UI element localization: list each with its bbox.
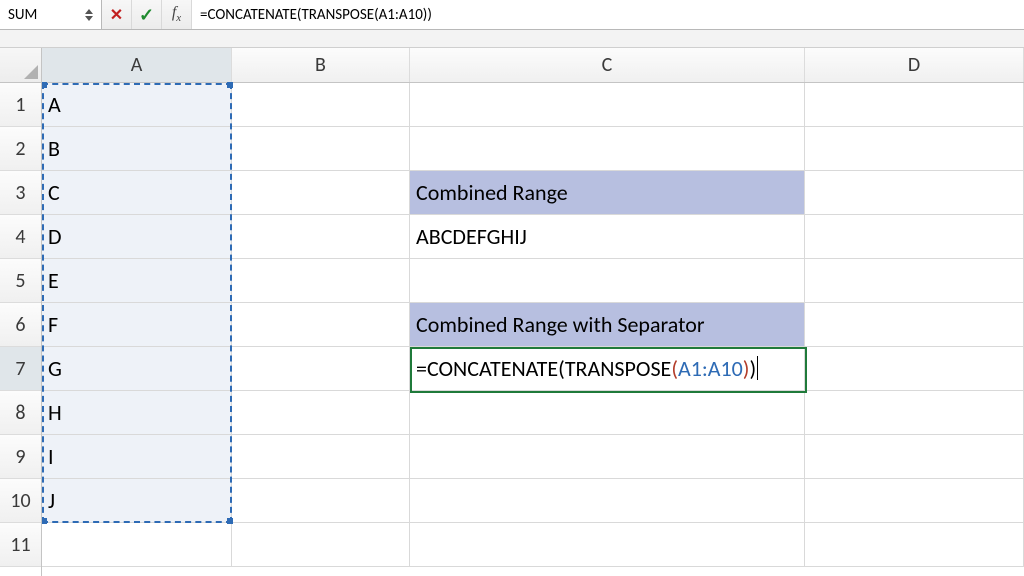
ribbon-separator bbox=[0, 30, 1024, 48]
cell-B4[interactable] bbox=[232, 215, 410, 259]
formula-token-fn2: TRANSPOSE bbox=[565, 355, 672, 382]
cells-area: A B C Combined Range D ABCDEFGHIJ bbox=[42, 83, 1024, 567]
cell-A8[interactable]: H bbox=[42, 391, 232, 435]
cell-D10[interactable] bbox=[805, 479, 1024, 523]
col-header-D[interactable]: D bbox=[805, 48, 1024, 82]
formula-token-open2: ( bbox=[671, 355, 678, 382]
insert-function-button[interactable]: fx bbox=[162, 0, 192, 29]
cell-D1[interactable] bbox=[805, 83, 1024, 127]
fx-icon: fx bbox=[172, 4, 181, 24]
row-header-1[interactable]: 1 bbox=[0, 83, 41, 127]
cell-D5[interactable] bbox=[805, 259, 1024, 303]
row-header-9[interactable]: 9 bbox=[0, 435, 41, 479]
formula-bar: ✕ ✓ fx =CONCATENATE(TRANSPOSE(A1:A10)) bbox=[0, 0, 1024, 30]
formula-token-ref: A1:A10 bbox=[678, 355, 743, 382]
cell-C8[interactable] bbox=[410, 391, 805, 435]
cell-B8[interactable] bbox=[232, 391, 410, 435]
cell-A11[interactable] bbox=[42, 523, 232, 567]
cell-A10[interactable]: J bbox=[42, 479, 232, 523]
col-header-B[interactable]: B bbox=[232, 48, 410, 82]
row-header-8[interactable]: 8 bbox=[0, 391, 41, 435]
row-header-3[interactable]: 3 bbox=[0, 171, 41, 215]
check-icon: ✓ bbox=[139, 4, 154, 26]
cell-C3[interactable]: Combined Range bbox=[410, 171, 805, 215]
cancel-button[interactable]: ✕ bbox=[102, 0, 132, 29]
row-header-6[interactable]: 6 bbox=[0, 303, 41, 347]
cell-C10[interactable] bbox=[410, 479, 805, 523]
x-icon: ✕ bbox=[110, 5, 123, 25]
cell-A9[interactable]: I bbox=[42, 435, 232, 479]
text-caret bbox=[757, 356, 758, 380]
cell-D4[interactable] bbox=[805, 215, 1024, 259]
cell-D3[interactable] bbox=[805, 171, 1024, 215]
cell-D7[interactable] bbox=[805, 347, 1024, 391]
cell-B3[interactable] bbox=[232, 171, 410, 215]
cell-C7[interactable]: =CONCATENATE(TRANSPOSE(A1:A10)) bbox=[410, 347, 805, 391]
cell-D9[interactable] bbox=[805, 435, 1024, 479]
cell-C2[interactable] bbox=[410, 127, 805, 171]
cell-A5[interactable]: E bbox=[42, 259, 232, 303]
cell-C6[interactable]: Combined Range with Separator bbox=[410, 303, 805, 347]
cell-C5[interactable] bbox=[410, 259, 805, 303]
formula-input[interactable]: =CONCATENATE(TRANSPOSE(A1:A10)) bbox=[192, 0, 1024, 29]
col-header-A[interactable]: A bbox=[42, 48, 232, 82]
cell-C1[interactable] bbox=[410, 83, 805, 127]
cell-C11[interactable] bbox=[410, 523, 805, 567]
cell-A1[interactable]: A bbox=[42, 83, 232, 127]
formula-text: =CONCATENATE(TRANSPOSE(A1:A10)) bbox=[200, 6, 432, 24]
cell-D8[interactable] bbox=[805, 391, 1024, 435]
cell-B5[interactable] bbox=[232, 259, 410, 303]
cell-C4[interactable]: ABCDEFGHIJ bbox=[410, 215, 805, 259]
grid[interactable]: A B C D A B C Combined Range bbox=[42, 48, 1024, 576]
cell-B7[interactable] bbox=[232, 347, 410, 391]
cell-A2[interactable]: B bbox=[42, 127, 232, 171]
cell-B11[interactable] bbox=[232, 523, 410, 567]
cell-B9[interactable] bbox=[232, 435, 410, 479]
formula-token-open1: ( bbox=[558, 355, 565, 382]
cell-B10[interactable] bbox=[232, 479, 410, 523]
name-box-input[interactable] bbox=[8, 6, 83, 24]
formula-token-fn1: =CONCATENATE bbox=[416, 355, 558, 382]
chevron-down-icon bbox=[85, 16, 93, 21]
cell-A4[interactable]: D bbox=[42, 215, 232, 259]
cell-D2[interactable] bbox=[805, 127, 1024, 171]
worksheet: 1 2 3 4 5 6 7 8 9 10 11 A B C D A B bbox=[0, 48, 1024, 576]
cell-D6[interactable] bbox=[805, 303, 1024, 347]
cell-B2[interactable] bbox=[232, 127, 410, 171]
row-header-10[interactable]: 10 bbox=[0, 479, 41, 523]
row-header-11[interactable]: 11 bbox=[0, 523, 41, 567]
row-header-5[interactable]: 5 bbox=[0, 259, 41, 303]
row-header-7[interactable]: 7 bbox=[0, 347, 41, 391]
chevron-up-icon bbox=[85, 9, 93, 14]
select-all-corner[interactable] bbox=[0, 48, 41, 83]
name-box[interactable] bbox=[0, 0, 102, 29]
enter-button[interactable]: ✓ bbox=[132, 0, 162, 29]
row-header-4[interactable]: 4 bbox=[0, 215, 41, 259]
column-headers: A B C D bbox=[42, 48, 1024, 83]
name-box-spinner[interactable] bbox=[83, 8, 95, 22]
cell-B6[interactable] bbox=[232, 303, 410, 347]
col-header-C[interactable]: C bbox=[410, 48, 805, 82]
row-headers: 1 2 3 4 5 6 7 8 9 10 11 bbox=[0, 48, 42, 576]
cell-A6[interactable]: F bbox=[42, 303, 232, 347]
formula-token-close1: ) bbox=[749, 355, 756, 382]
cell-B1[interactable] bbox=[232, 83, 410, 127]
cell-A3[interactable]: C bbox=[42, 171, 232, 215]
row-header-2[interactable]: 2 bbox=[0, 127, 41, 171]
cell-C9[interactable] bbox=[410, 435, 805, 479]
cell-A7[interactable]: G bbox=[42, 347, 232, 391]
cell-D11[interactable] bbox=[805, 523, 1024, 567]
